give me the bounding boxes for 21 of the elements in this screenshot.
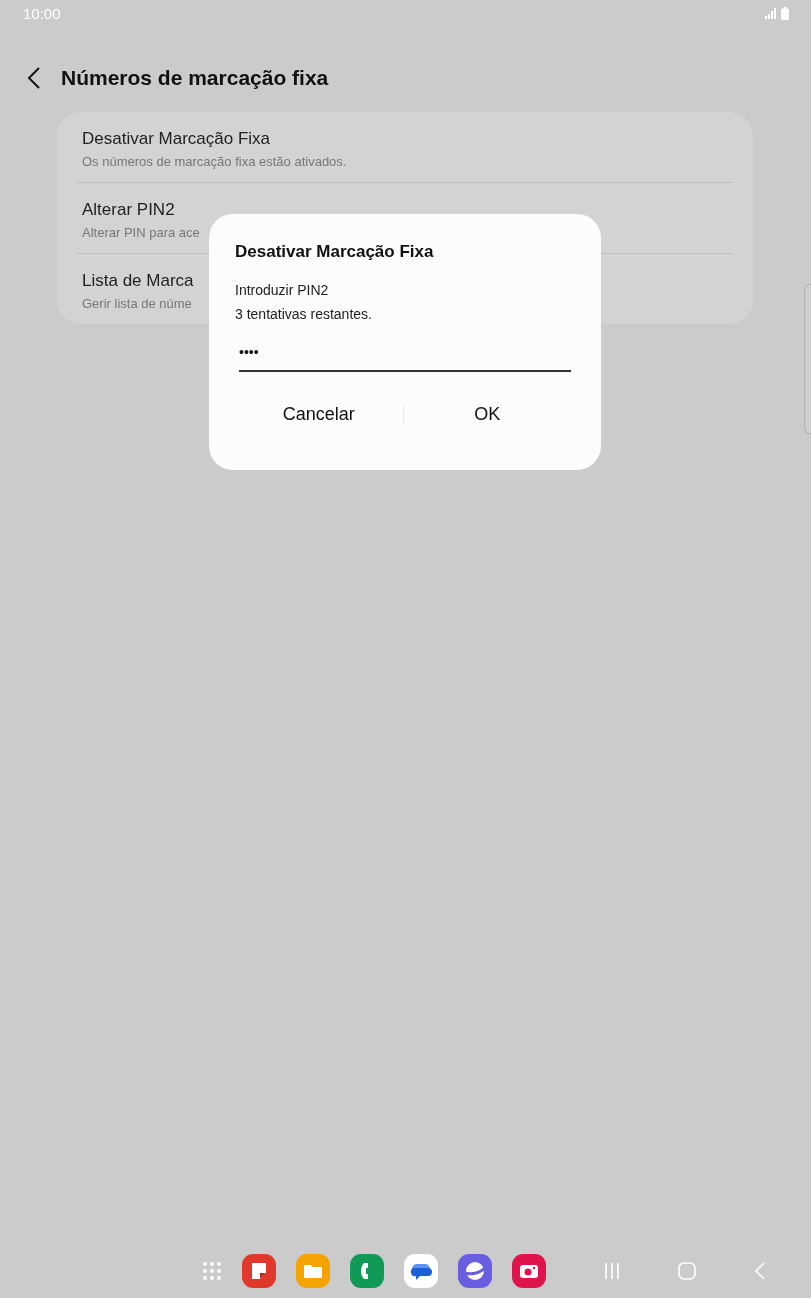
pin-field[interactable]: •••• [239,344,571,372]
chat-app-icon[interactable] [404,1254,438,1288]
folder-app-icon[interactable] [296,1254,330,1288]
cancel-button[interactable]: Cancelar [235,396,403,433]
notes-app-icon[interactable] [242,1254,276,1288]
setting-subtitle: Gerir lista de núme [82,296,193,311]
page-title: Números de marcação fixa [61,66,329,90]
scroll-handle[interactable] [804,284,811,434]
dialog-message: 3 tentativas restantes. [235,306,373,322]
signal-icon [765,7,777,19]
battery-icon [781,6,789,20]
dialog-message: Introduzir PIN2 [235,282,330,298]
phone-app-icon[interactable] [350,1254,384,1288]
setting-title[interactable]: Desativar Marcação Fixa [82,129,728,149]
dialog-title: Desativar Marcação Fixa [235,242,435,262]
camera-app-icon[interactable] [512,1254,546,1288]
planet-app-icon[interactable] [458,1254,492,1288]
ok-button[interactable]: OK [403,396,571,433]
setting-subtitle: Os números de marcação fixa estão ativados. [82,154,348,169]
back-icon[interactable] [27,67,41,89]
setting-subtitle: Alterar PIN para ace [82,225,201,240]
